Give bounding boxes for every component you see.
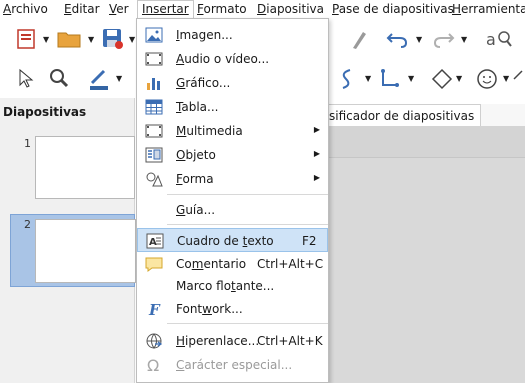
object-icon xyxy=(145,147,163,163)
open-dropdown-icon[interactable]: ▼ xyxy=(88,35,94,44)
menu-pase-de-diapositivas[interactable]: Pase de diapositivas xyxy=(332,2,454,16)
menu-archivo[interactable]: Archivo xyxy=(3,2,48,16)
new-dropdown-icon[interactable]: ▼ xyxy=(43,35,49,44)
menu-item-imagen[interactable]: Imagen... xyxy=(137,23,328,47)
menu-ver[interactable]: Ver xyxy=(109,2,129,16)
comment-icon xyxy=(145,257,163,272)
tab-slide-sorter[interactable]: sificador de diapositivas xyxy=(328,104,482,126)
zoom-icon[interactable] xyxy=(48,67,70,89)
menu-item-caracter-especial[interactable]: Ω Carácter especial... xyxy=(137,353,328,377)
fontwork-icon: F xyxy=(148,301,161,318)
audio-video-icon xyxy=(145,52,163,66)
text-box-icon: A xyxy=(146,233,164,249)
redo-icon[interactable] xyxy=(431,29,455,49)
menu-separator xyxy=(167,224,328,225)
menu-item-forma[interactable]: Forma ▶ xyxy=(137,167,328,191)
undo-dropdown-icon[interactable]: ▼ xyxy=(416,35,422,44)
symbol-shapes-icon[interactable] xyxy=(475,67,499,91)
basic-shapes-dropdown-icon[interactable]: ▼ xyxy=(456,74,462,83)
submenu-arrow-icon: ▶ xyxy=(313,149,320,158)
menu-insertar[interactable]: Insertar xyxy=(137,0,194,19)
hyperlink-icon xyxy=(146,333,163,349)
image-icon xyxy=(145,27,163,43)
open-folder-icon[interactable] xyxy=(57,29,83,49)
menu-item-marco-flotante[interactable]: Marco flotante... xyxy=(137,274,328,298)
slide-thumbnail-2-selection[interactable]: 2 xyxy=(10,214,136,287)
find-replace-icon[interactable]: a xyxy=(484,27,514,51)
menu-item-tabla[interactable]: Tabla... xyxy=(137,95,328,119)
shape-icon xyxy=(146,172,163,187)
multimedia-icon xyxy=(145,124,163,138)
svg-text:Ω: Ω xyxy=(147,356,159,374)
symbol-shapes-dropdown-icon[interactable]: ▼ xyxy=(503,74,509,83)
save-dropdown-icon[interactable]: ▼ xyxy=(129,35,135,44)
menu-item-cuadro-de-texto[interactable]: A Cuadro de texto F2 xyxy=(137,228,328,252)
basic-shapes-icon[interactable] xyxy=(431,68,453,90)
svg-text:a: a xyxy=(486,30,496,49)
menu-formato[interactable]: Formato xyxy=(197,2,247,16)
svg-text:A: A xyxy=(149,237,157,248)
omega-icon: Ω xyxy=(147,356,159,374)
slide-thumbnail-2[interactable] xyxy=(35,219,136,283)
table-icon xyxy=(145,99,163,115)
menu-separator xyxy=(167,323,328,324)
menu-editar[interactable]: Editar xyxy=(64,2,100,16)
submenu-arrow-icon: ▶ xyxy=(313,125,320,134)
menu-item-grafico[interactable]: Gráfico... xyxy=(137,71,328,95)
view-tab-bar: sificador de diapositivas xyxy=(328,104,525,126)
menu-item-fontwork[interactable]: F Fontwork... xyxy=(137,297,328,321)
menu-herramientas[interactable]: Herramientas xyxy=(452,2,525,16)
chart-icon xyxy=(147,78,160,90)
submenu-arrow-icon: ▶ xyxy=(313,173,320,182)
slide-thumbnail-1[interactable] xyxy=(35,136,135,199)
slides-panel: Diapositivas 1 2 xyxy=(0,98,136,383)
svg-text:F: F xyxy=(148,301,161,318)
block-arrows-icon[interactable] xyxy=(512,67,525,91)
line-color-dropdown-icon[interactable]: ▼ xyxy=(116,74,122,83)
slide-workspace xyxy=(328,126,525,383)
menu-item-guia[interactable]: Guía... xyxy=(137,198,328,222)
select-arrow-icon[interactable] xyxy=(17,68,35,88)
workspace-strip xyxy=(328,126,525,158)
save-icon[interactable] xyxy=(102,28,124,50)
shortcut-label: Ctrl+Alt+C xyxy=(257,257,324,271)
menu-item-comentario[interactable]: Comentario Ctrl+Alt+C xyxy=(137,252,328,276)
slide-number: 1 xyxy=(24,137,31,150)
connector-dropdown-icon[interactable]: ▼ xyxy=(408,74,414,83)
menu-item-cut-off xyxy=(137,377,328,383)
line-color-icon[interactable] xyxy=(88,67,110,91)
undo-icon[interactable] xyxy=(386,29,410,49)
slide-number: 2 xyxy=(24,218,31,231)
insert-menu: Imagen... Audio o vídeo... Gráfico... Ta… xyxy=(136,18,329,383)
curve-dropdown-icon[interactable]: ▼ xyxy=(365,74,371,83)
menu-diapositiva[interactable]: Diapositiva xyxy=(257,2,324,16)
redo-dropdown-icon[interactable]: ▼ xyxy=(461,35,467,44)
menu-item-hiperenlace[interactable]: Hiperenlace... Ctrl+Alt+K xyxy=(137,329,328,353)
shortcut-label: Ctrl+Alt+K xyxy=(257,334,323,348)
connector-icon[interactable] xyxy=(378,67,402,91)
clone-formatting-icon[interactable] xyxy=(349,28,369,50)
shortcut-label: F2 xyxy=(302,234,317,248)
menu-item-multimedia[interactable]: Multimedia ▶ xyxy=(137,119,328,143)
curve-icon[interactable] xyxy=(338,67,360,91)
menu-item-audio-video[interactable]: Audio o vídeo... xyxy=(137,47,328,71)
slides-panel-title: Diapositivas xyxy=(3,105,87,119)
menu-item-objeto[interactable]: Objeto ▶ xyxy=(137,143,328,167)
menu-bar: Archivo Editar Ver Insertar Formato Diap… xyxy=(0,0,525,19)
menu-separator xyxy=(167,194,328,195)
new-slide-icon[interactable] xyxy=(16,28,38,50)
